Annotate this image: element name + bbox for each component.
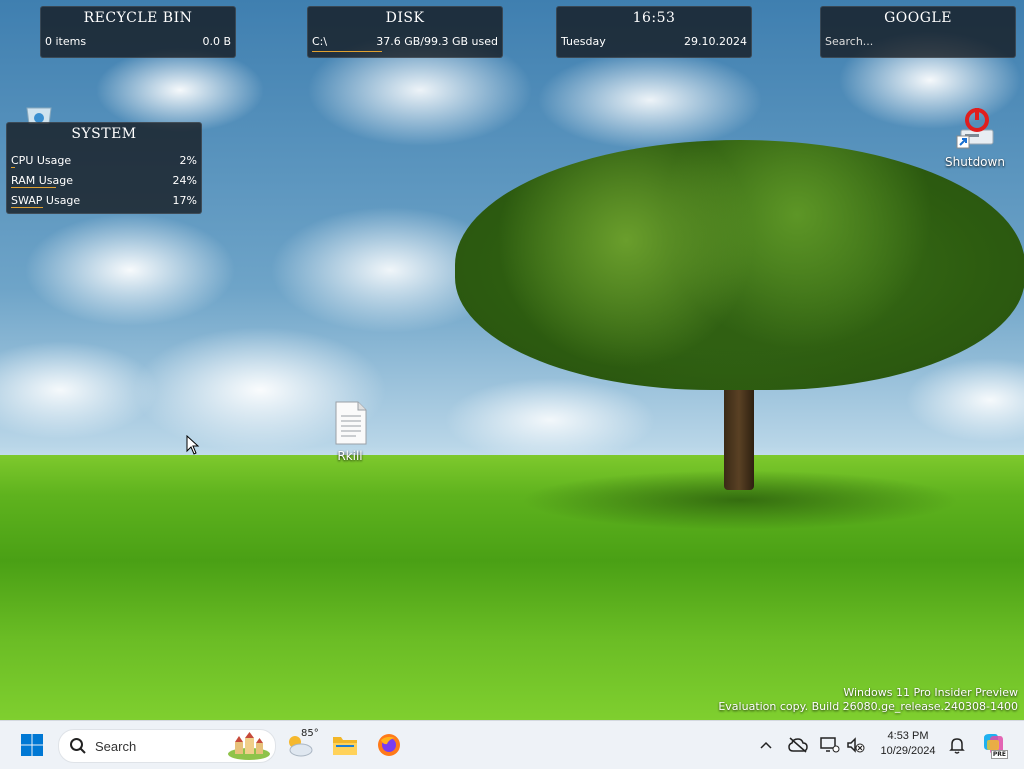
- disk-widget[interactable]: DISK C:\ 37.6 GB/99.3 GB used: [307, 6, 503, 58]
- speaker-muted-icon: [847, 737, 865, 753]
- taskbar: Search 85° 4:53 PM 10/29/2024 PRE: [0, 720, 1024, 769]
- taskbar-search-label: Search: [95, 738, 137, 754]
- wallpaper-tree-canopy: [455, 140, 1024, 390]
- firefox-icon: [378, 734, 400, 756]
- shutdown-icon-label: Shutdown: [945, 155, 1005, 169]
- recycle-bin-widget[interactable]: RECYCLE BIN 0 items 0.0 B: [40, 6, 236, 58]
- recycle-bin-size: 0.0 B: [202, 34, 231, 48]
- taskbar-clock[interactable]: 4:53 PM 10/29/2024: [874, 729, 942, 759]
- text-file-icon: [335, 401, 367, 445]
- cpu-usage-value: 2%: [179, 153, 197, 167]
- google-search-input[interactable]: Search...: [825, 35, 873, 48]
- shutdown-desktop-icon[interactable]: Shutdown: [940, 106, 1010, 169]
- disk-usage-bar: [312, 51, 382, 52]
- swap-usage-bar: [11, 207, 43, 208]
- rkill-desktop-icon[interactable]: Rkill: [320, 400, 380, 463]
- windows-logo-icon: [21, 734, 43, 756]
- system-row-cpu: CPU Usage 2%: [6, 150, 202, 170]
- clock-widget[interactable]: 16:53 Tuesday 29.10.2024: [556, 6, 752, 58]
- mouse-cursor-icon: [186, 435, 200, 455]
- rkill-icon-label: Rkill: [337, 449, 363, 463]
- disk-usage-text: 37.6 GB/99.3 GB used: [376, 34, 498, 48]
- start-button[interactable]: [14, 729, 50, 761]
- disk-drive-label: C:\: [312, 34, 328, 48]
- bell-icon: [949, 738, 965, 754]
- weather-temperature: 85°: [301, 728, 319, 739]
- swap-usage-label: SWAP Usage: [11, 193, 81, 207]
- network-status-button[interactable]: [818, 731, 842, 759]
- onedrive-status-button[interactable]: [786, 731, 810, 759]
- windows-watermark: Windows 11 Pro Insider Preview Evaluatio…: [718, 686, 1018, 714]
- desktop: RECYCLE BIN 0 items 0.0 B DISK C:\ 37.6 …: [0, 0, 1024, 720]
- system-widget[interactable]: SYSTEM CPU Usage 2% RAM Usage 24% SWAP U…: [6, 122, 202, 214]
- cloud-offline-icon: [788, 737, 808, 753]
- volume-status-button[interactable]: [844, 731, 868, 759]
- weather-widget-button[interactable]: 85°: [284, 727, 320, 763]
- show-hidden-icons-button[interactable]: [754, 731, 778, 759]
- taskbar-time: 4:53 PM: [887, 730, 929, 742]
- watermark-edition: Windows 11 Pro Insider Preview: [843, 686, 1018, 699]
- ram-usage-label: RAM Usage: [11, 173, 73, 187]
- firefox-button[interactable]: [371, 729, 407, 761]
- clock-date: 29.10.2024: [684, 34, 747, 48]
- swap-usage-value: 17%: [172, 193, 197, 207]
- search-icon: [70, 738, 86, 754]
- taskbar-search-box[interactable]: Search: [58, 729, 276, 763]
- folder-icon: [333, 737, 357, 755]
- clock-widget-time: 16:53: [632, 10, 676, 26]
- google-search-widget: GOOGLE Search...: [820, 6, 1016, 58]
- cpu-usage-label: CPU Usage: [11, 153, 72, 167]
- watermark-build: Evaluation copy. Build 26080.ge_release.…: [718, 700, 1018, 713]
- network-monitor-icon: [820, 737, 840, 753]
- cpu-usage-bar: [11, 167, 15, 168]
- system-row-swap: SWAP Usage 17%: [6, 190, 202, 210]
- copilot-preview-badge: PRE: [990, 750, 1008, 759]
- copilot-button[interactable]: PRE: [976, 729, 1010, 761]
- system-row-ram: RAM Usage 24%: [6, 170, 202, 190]
- google-widget-title: GOOGLE: [884, 10, 952, 26]
- chevron-up-icon: [760, 741, 772, 749]
- file-explorer-button[interactable]: [327, 729, 363, 761]
- notifications-button[interactable]: [945, 731, 969, 759]
- system-widget-title: SYSTEM: [71, 126, 137, 142]
- taskbar-date: 10/29/2024: [880, 745, 936, 757]
- search-highlight-castle-icon: [228, 732, 270, 760]
- clock-day: Tuesday: [561, 34, 606, 48]
- recycle-bin-item-count: 0 items: [45, 34, 87, 48]
- ram-usage-bar: [11, 187, 56, 188]
- ram-usage-value: 24%: [172, 173, 197, 187]
- recycle-bin-icon[interactable]: [22, 104, 56, 125]
- disk-widget-title: DISK: [385, 10, 425, 26]
- recycle-bin-widget-title: RECYCLE BIN: [83, 10, 193, 26]
- shutdown-icon: [956, 108, 994, 149]
